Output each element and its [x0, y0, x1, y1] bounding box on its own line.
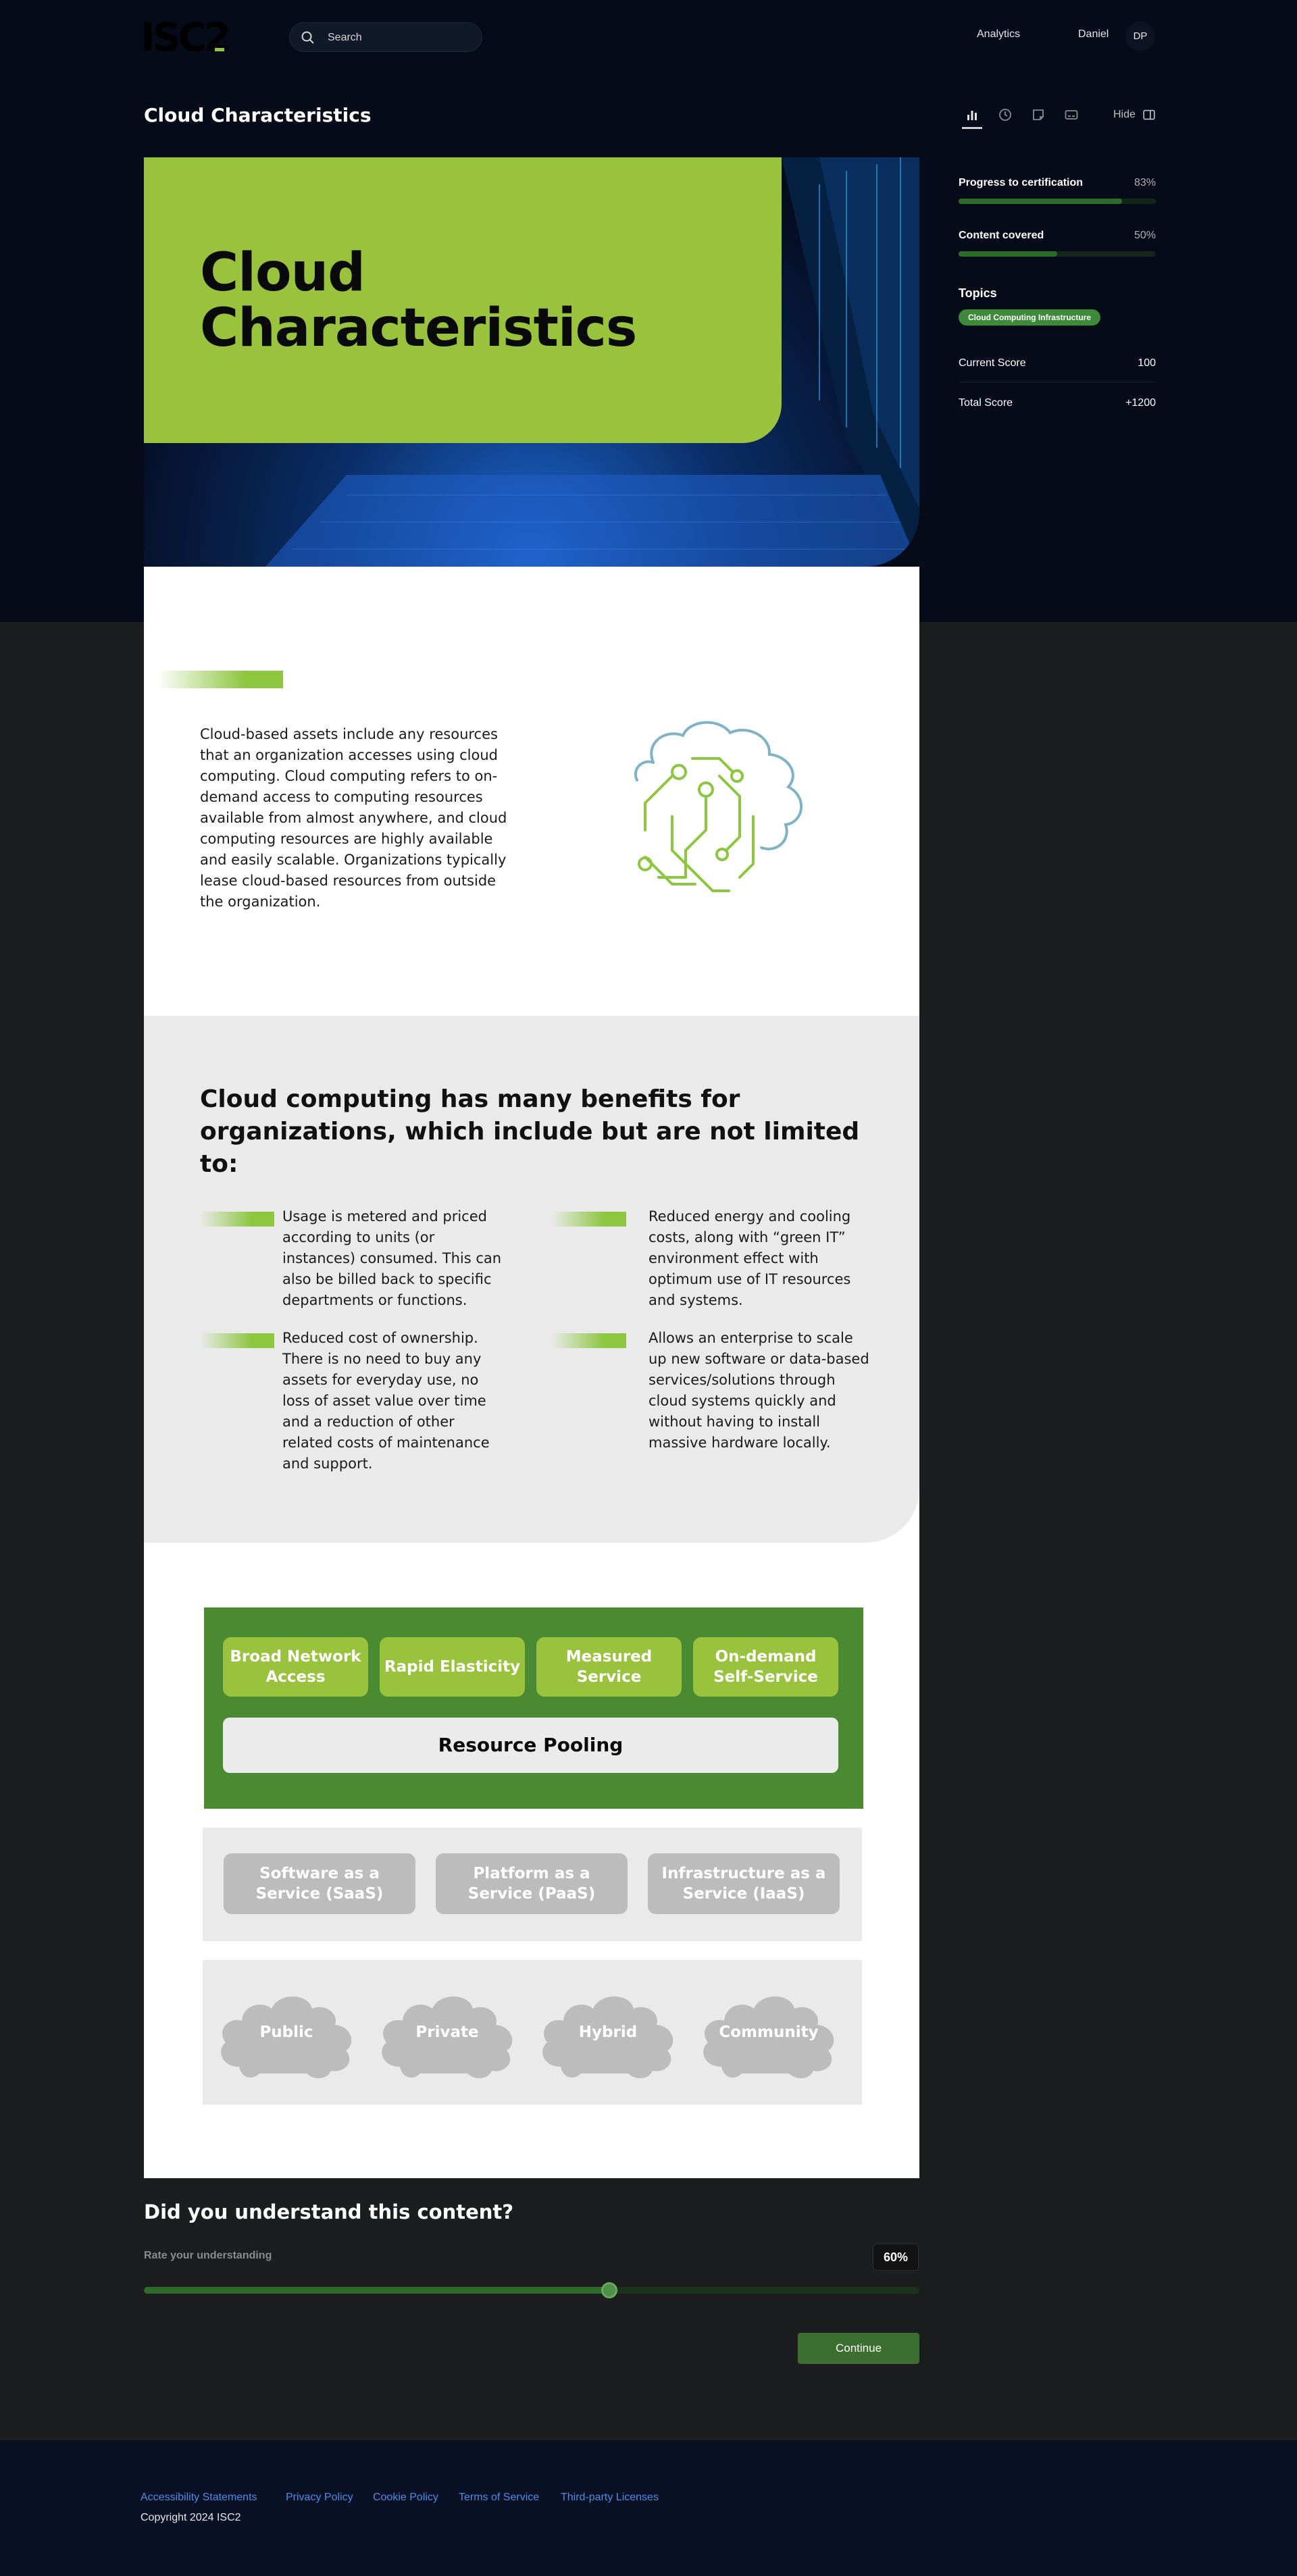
total-score-value: +1200 [1125, 397, 1156, 409]
benefit-accent-bar [552, 1212, 626, 1227]
slider-fill [144, 2287, 609, 2294]
progress-bar-fill [959, 199, 1123, 204]
characteristic-pill: Measured Service [536, 1637, 682, 1697]
deployment-label: Private [415, 2024, 479, 2041]
active-tool-indicator [962, 127, 982, 129]
benefit-item: Reduced cost of ownership. There is no n… [282, 1330, 490, 1472]
deployment-cloud: Private [373, 1986, 522, 2080]
service-model-pill: Platform as a Service (PaaS) [436, 1853, 628, 1914]
content-label: Content covered [959, 230, 1044, 241]
characteristic-pill: Rapid Elasticity [380, 1637, 525, 1697]
progress-bar [959, 199, 1156, 204]
analytics-icon[interactable] [964, 107, 980, 123]
sidebar-toggle-icon[interactable] [1142, 107, 1156, 122]
history-icon[interactable] [997, 107, 1013, 123]
benefit-item: Allows an enterprise to scale up new sof… [648, 1330, 869, 1451]
current-score-value: 100 [1138, 357, 1156, 369]
content-card: Cloud-based assets include any resources… [144, 567, 919, 2178]
deployment-cloud: Public [212, 1986, 361, 2080]
deployment-label: Community [719, 2024, 819, 2041]
characteristic-pill: On-demand Self-Service [693, 1637, 838, 1697]
deployment-cloud: Community [694, 1986, 843, 2080]
progress-percent: 83% [1134, 177, 1156, 188]
avatar[interactable]: DP [1125, 22, 1155, 51]
progress-label: Progress to certification [959, 177, 1084, 188]
benefits-heading: Cloud computing has many benefits for or… [200, 1085, 860, 1178]
total-score-row: Total Score +1200 [959, 386, 1156, 422]
essential-characteristics-diagram: Broad Network Access Rapid Elasticity Me… [204, 1607, 863, 1809]
deployment-label: Hybrid [578, 2024, 638, 2041]
deployment-label: Public [259, 2024, 313, 2041]
nav-analytics[interactable]: Analytics [977, 28, 1020, 41]
benefit-item: Reduced energy and cooling costs, along … [648, 1208, 851, 1308]
footer-link-terms[interactable]: Terms of Service [459, 2492, 539, 2504]
footer: Accessibility Statements Privacy Policy … [0, 2440, 1297, 2576]
search-icon [301, 31, 314, 44]
benefits-section: Cloud computing has many benefits for or… [144, 1016, 919, 1543]
intro-section: Cloud-based assets include any resources… [144, 567, 919, 1016]
resource-pooling-bar: Resource Pooling [223, 1718, 838, 1773]
footer-link-licenses[interactable]: Third-party Licenses [561, 2492, 659, 2504]
footer-link-privacy[interactable]: Privacy Policy [286, 2492, 353, 2504]
understanding-value: 60% [873, 2244, 919, 2271]
deployment-models-diagram: Public Private Hybrid Community [203, 1960, 862, 2105]
understanding-slider[interactable] [144, 2282, 919, 2298]
service-models-diagram: Software as a Service (SaaS) Platform as… [203, 1828, 862, 1941]
intro-paragraph: Cloud-based assets include any resources… [200, 726, 507, 910]
benefit-accent-bar [200, 1212, 274, 1227]
slider-handle[interactable] [601, 2282, 617, 2298]
logo-accent [215, 48, 224, 51]
hero-title-line-2: Characteristics [200, 298, 637, 359]
footer-link-accessibility[interactable]: Accessibility Statements [141, 2492, 257, 2504]
page-title: Cloud Characteristics [144, 104, 372, 126]
service-model-pill: Software as a Service (SaaS) [224, 1853, 415, 1914]
user-name[interactable]: Daniel [1078, 28, 1109, 41]
content-bar [959, 251, 1156, 257]
total-score-label: Total Score [959, 397, 1013, 409]
search-input[interactable] [328, 30, 469, 46]
rate-label: Rate your understanding [144, 2250, 272, 2261]
current-score-label: Current Score [959, 357, 1026, 369]
search-box[interactable] [289, 22, 482, 52]
hero-title-line-1: Cloud [200, 242, 365, 303]
notes-icon[interactable] [1030, 107, 1046, 123]
deployment-cloud: Hybrid [534, 1986, 682, 2080]
hero-title: Cloud Characteristics [200, 242, 637, 359]
captions-icon[interactable] [1063, 107, 1079, 123]
continue-button[interactable]: Continue [798, 2333, 919, 2364]
hero-title-panel: Cloud Characteristics [144, 157, 782, 443]
characteristic-pill: Broad Network Access [223, 1637, 368, 1697]
footer-link-cookie[interactable]: Cookie Policy [373, 2492, 438, 2504]
topic-chip[interactable]: Cloud Computing Infrastructure [959, 309, 1100, 326]
topics-heading: Topics [959, 286, 997, 300]
top-header: ISC2 Analytics Daniel DP [0, 0, 1297, 73]
understanding-question: Did you understand this content? [144, 2200, 514, 2223]
copyright: Copyright 2024 ISC2 [141, 2512, 241, 2523]
benefit-accent-bar [200, 1333, 274, 1348]
content-bar-fill [959, 251, 1057, 257]
section-accent-bar [157, 671, 283, 688]
current-score-row: Current Score 100 [959, 346, 1156, 382]
hero-banner: Cloud Characteristics [144, 157, 919, 567]
content-percent: 50% [1134, 230, 1156, 241]
hide-panel-button[interactable]: Hide [1113, 109, 1136, 121]
cloud-circuit-icon [634, 721, 803, 892]
service-model-pill: Infrastructure as a Service (IaaS) [648, 1853, 840, 1914]
benefit-accent-bar [552, 1333, 626, 1348]
benefit-item: Usage is metered and priced according to… [282, 1208, 502, 1308]
